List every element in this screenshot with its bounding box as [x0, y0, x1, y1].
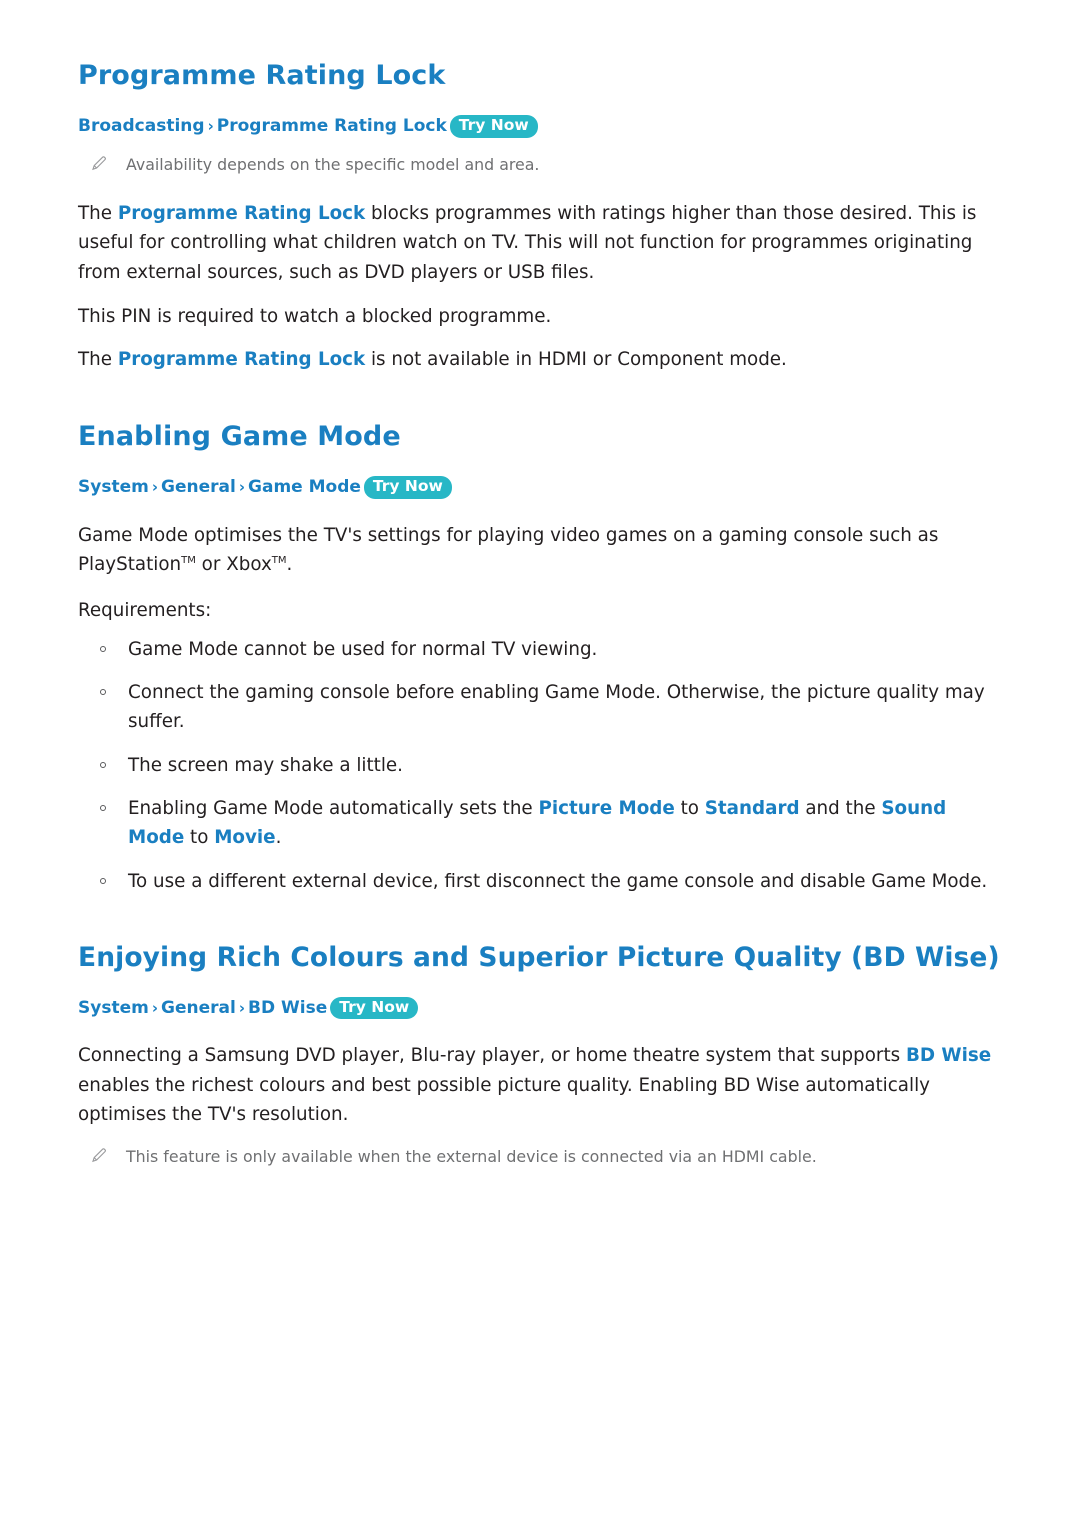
chevron-right-icon: › — [207, 117, 214, 136]
try-now-badge[interactable]: Try Now — [363, 476, 452, 499]
paragraph: This PIN is required to watch a blocked … — [78, 302, 1002, 332]
list-item: To use a different external device, firs… — [78, 867, 1002, 896]
text-run: or Xbox — [195, 554, 272, 576]
bullet-icon — [100, 761, 106, 768]
list-item: Game Mode cannot be used for normal TV v… — [78, 635, 1002, 664]
chevron-right-icon: › — [238, 478, 246, 497]
chevron-right-icon: › — [238, 998, 246, 1017]
chevron-right-icon: › — [151, 478, 159, 497]
text-run-highlight: BD Wise — [905, 1044, 992, 1066]
text-run: to — [674, 797, 705, 819]
paragraph: The Programme Rating Lock blocks program… — [78, 199, 1002, 288]
text-run: To use a different external device, firs… — [128, 870, 988, 892]
trademark-mark: TM — [271, 555, 287, 567]
text-run: The — [78, 349, 118, 371]
breadcrumb-bd-wise: System › General › BD Wise Try Now — [78, 996, 1002, 1019]
breadcrumb-part: Programme Rating Lock — [216, 116, 447, 137]
requirements-label: Requirements: — [78, 599, 212, 621]
text-run-highlight: Picture Mode — [538, 797, 675, 819]
breadcrumb-programme-rating-lock: Broadcasting › Programme Rating Lock Try No… — [78, 115, 1002, 138]
text-run: Connecting a Samsung DVD player, Blu-ray… — [78, 1044, 906, 1066]
list-item: Connect the gaming console before enabli… — [78, 678, 1002, 737]
text-run-highlight: Movie — [214, 827, 276, 849]
note-text: This feature is only available when the … — [126, 1146, 817, 1166]
paragraph: Game Mode optimises the TV's settings fo… — [78, 521, 1002, 580]
text-run-highlight: Programme Rating Lock — [117, 349, 366, 371]
text-run-highlight: Standard — [704, 797, 800, 819]
breadcrumb-part: BD Wise — [248, 997, 328, 1018]
text-run: . — [286, 554, 293, 576]
bullet-icon — [100, 877, 106, 884]
text-run: Connect the gaming console before enabli… — [128, 682, 985, 733]
text-run: Game Mode cannot be used for normal TV v… — [128, 638, 598, 660]
text-run: . — [275, 827, 282, 849]
paragraph: Connecting a Samsung DVD player, Blu-ray… — [78, 1041, 1002, 1130]
breadcrumb-part: General — [161, 997, 236, 1018]
text-run: The — [78, 202, 118, 224]
paragraph: The Programme Rating Lock is not availab… — [78, 345, 1002, 375]
bullet-icon — [100, 804, 106, 811]
note-text: Availability depends on the specific mod… — [126, 154, 540, 174]
pencil-icon — [90, 154, 108, 172]
try-now-badge[interactable]: Try Now — [330, 996, 419, 1019]
text-run: This PIN is required to watch a blocked … — [78, 305, 552, 327]
note-hdmi: This feature is only available when the … — [78, 1146, 1002, 1169]
breadcrumb-part: General — [161, 477, 236, 498]
breadcrumb-part: Game Mode — [248, 477, 361, 498]
page-title-enabling-game-mode: Enabling Game Mode — [78, 420, 401, 452]
breadcrumb-part: System — [78, 997, 149, 1018]
text-run: The screen may shake a little. — [128, 754, 403, 776]
requirements-list: Game Mode cannot be used for normal TV v… — [78, 635, 1002, 896]
breadcrumb-part: System — [78, 477, 149, 498]
chevron-right-icon: › — [151, 998, 159, 1017]
text-run: is not available in HDMI or Component mo… — [365, 349, 787, 371]
trademark-mark: TM — [181, 555, 196, 567]
try-now-badge[interactable]: Try Now — [449, 115, 538, 138]
text-run: enables the richest colours and best pos… — [78, 1074, 930, 1126]
text-run: Enabling Game Mode automatically sets th… — [128, 797, 539, 819]
breadcrumb-game-mode: System › General › Game Mode Try Now — [78, 476, 1002, 499]
note-availability: Availability depends on the specific mod… — [78, 154, 1002, 177]
list-item: The screen may shake a little. — [78, 751, 1002, 780]
document-page: Programme Rating Lock Broadcasting › Progr… — [0, 0, 1080, 1527]
page-title-bd-wise: Enjoying Rich Colours and Superior Pictu… — [78, 941, 1000, 973]
page-title-programme-rating-lock: Programme Rating Lock — [78, 60, 446, 91]
breadcrumb-part: Broadcasting — [78, 116, 205, 137]
text-run: and the — [799, 797, 882, 819]
bullet-icon — [100, 645, 106, 652]
bullet-icon — [100, 689, 106, 696]
text-run-highlight: Programme Rating Lock — [117, 202, 366, 224]
list-item: Enabling Game Mode automatically sets th… — [78, 794, 1002, 853]
text-run: to — [184, 827, 215, 849]
pencil-icon — [90, 1146, 108, 1164]
